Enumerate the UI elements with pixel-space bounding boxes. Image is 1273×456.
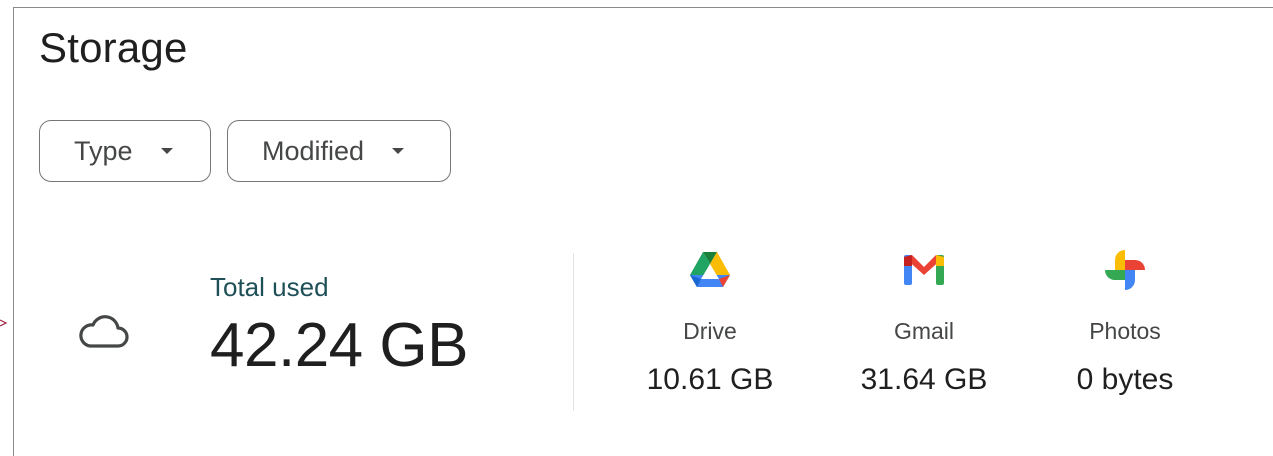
chevron-down-icon [160,148,173,154]
photos-storage-item: Photos 0 bytes [1025,246,1225,397]
gmail-label: Gmail [893,318,955,344]
total-used-label: Total used [210,272,329,302]
google-photos-icon [1105,250,1145,290]
drive-amount: 10.61 GB [646,363,774,396]
photos-amount: 0 bytes [1076,363,1174,396]
google-drive-icon [690,252,730,287]
total-used-value: 42.24 GB [210,311,468,380]
drive-storage-item: Drive 10.61 GB [610,246,810,397]
modified-filter-label: Modified [262,135,365,166]
type-filter-chip[interactable]: Type [39,120,211,182]
window-border-left [13,7,14,456]
cloud-icon [79,315,129,348]
edge-arrow-icon [0,319,8,327]
section-divider [573,253,574,411]
drive-label: Drive [683,318,737,344]
chevron-down-icon [392,148,405,154]
type-filter-label: Type [74,135,133,166]
window-border-top [13,7,1273,8]
gmail-amount: 31.64 GB [860,363,988,396]
modified-filter-chip[interactable]: Modified [227,120,451,182]
gmail-icon [904,255,944,285]
gmail-storage-item: Gmail 31.64 GB [824,246,1024,397]
page-title: Storage [39,24,188,71]
photos-label: Photos [1089,318,1161,344]
